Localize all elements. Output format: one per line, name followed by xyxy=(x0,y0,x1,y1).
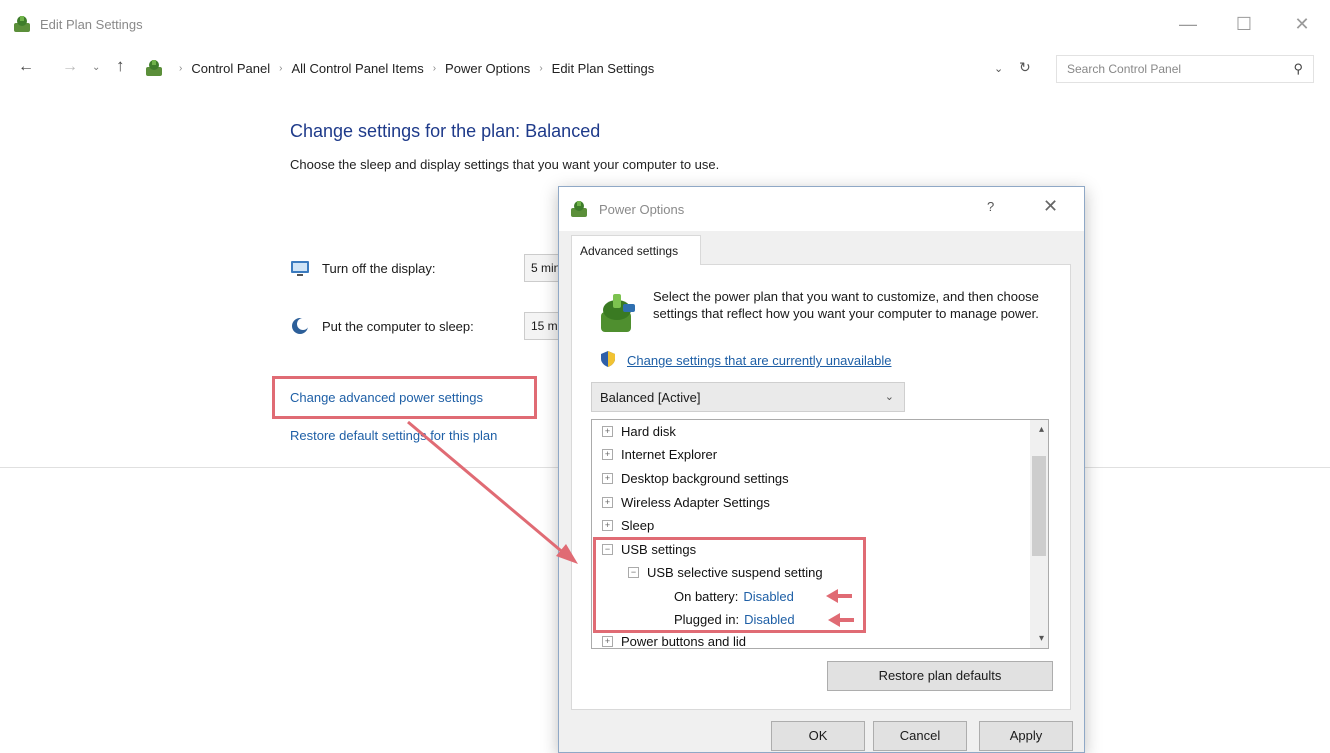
window: Edit Plan Settings — ☐ ✕ ← → ⌄ ↑ › Contr… xyxy=(0,0,1330,753)
tab-advanced-settings[interactable]: Advanced settings xyxy=(571,235,701,265)
annotation-arrow-small xyxy=(828,613,854,627)
annotation-arrows xyxy=(407,420,854,627)
annotation-arrow xyxy=(407,420,578,564)
annotation-arrow-small xyxy=(826,589,852,603)
